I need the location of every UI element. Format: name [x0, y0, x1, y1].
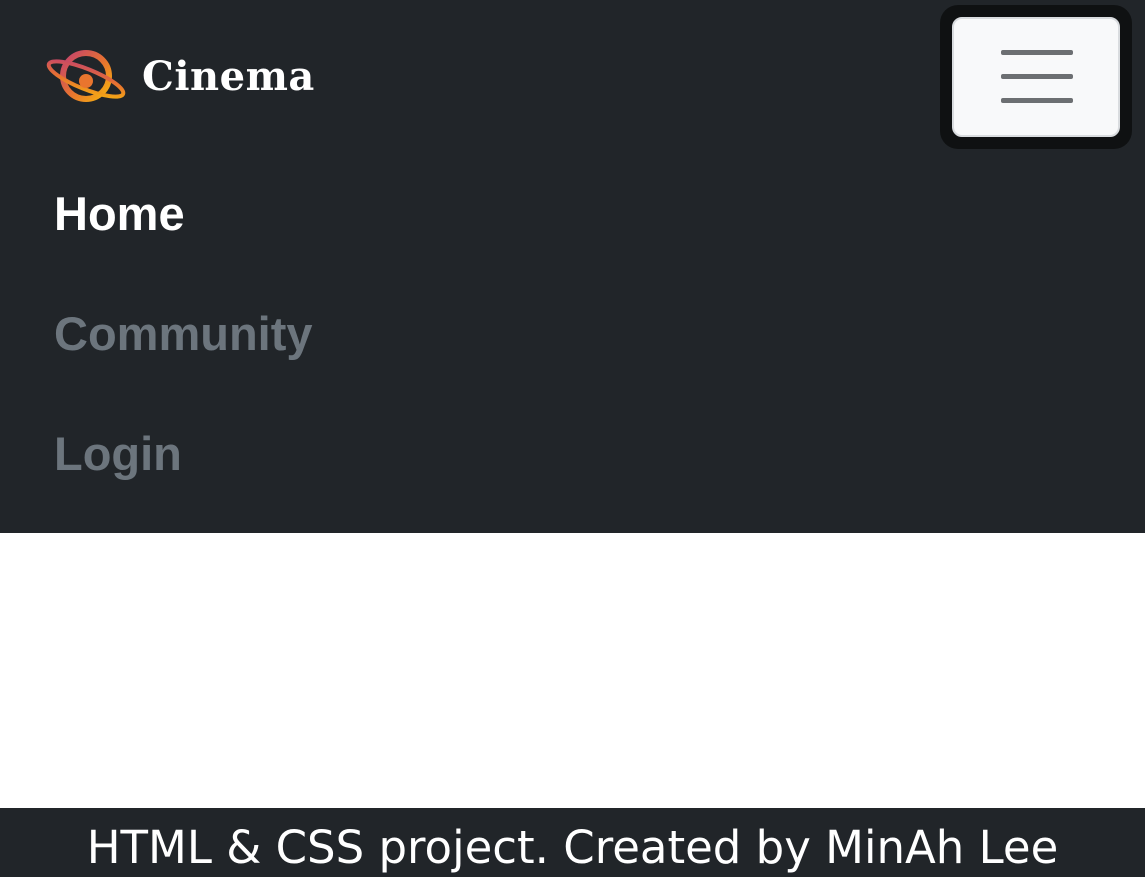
footer-text: HTML & CSS project. Created by MinAh Lee	[86, 821, 1059, 874]
brand-name: Cinema	[142, 52, 315, 100]
navbar: Cinema Home Community Login	[0, 0, 1145, 533]
nav-link-login[interactable]: Login	[54, 430, 182, 477]
footer: HTML & CSS project. Created by MinAh Lee	[0, 808, 1145, 877]
planet-logo-icon	[46, 50, 126, 102]
navbar-toggler-button[interactable]	[952, 17, 1120, 137]
nav-link-community[interactable]: Community	[54, 310, 313, 357]
nav-link-home[interactable]: Home	[54, 190, 185, 237]
brand-link[interactable]: Cinema	[42, 46, 315, 106]
toggler-focus-ring	[940, 5, 1132, 149]
